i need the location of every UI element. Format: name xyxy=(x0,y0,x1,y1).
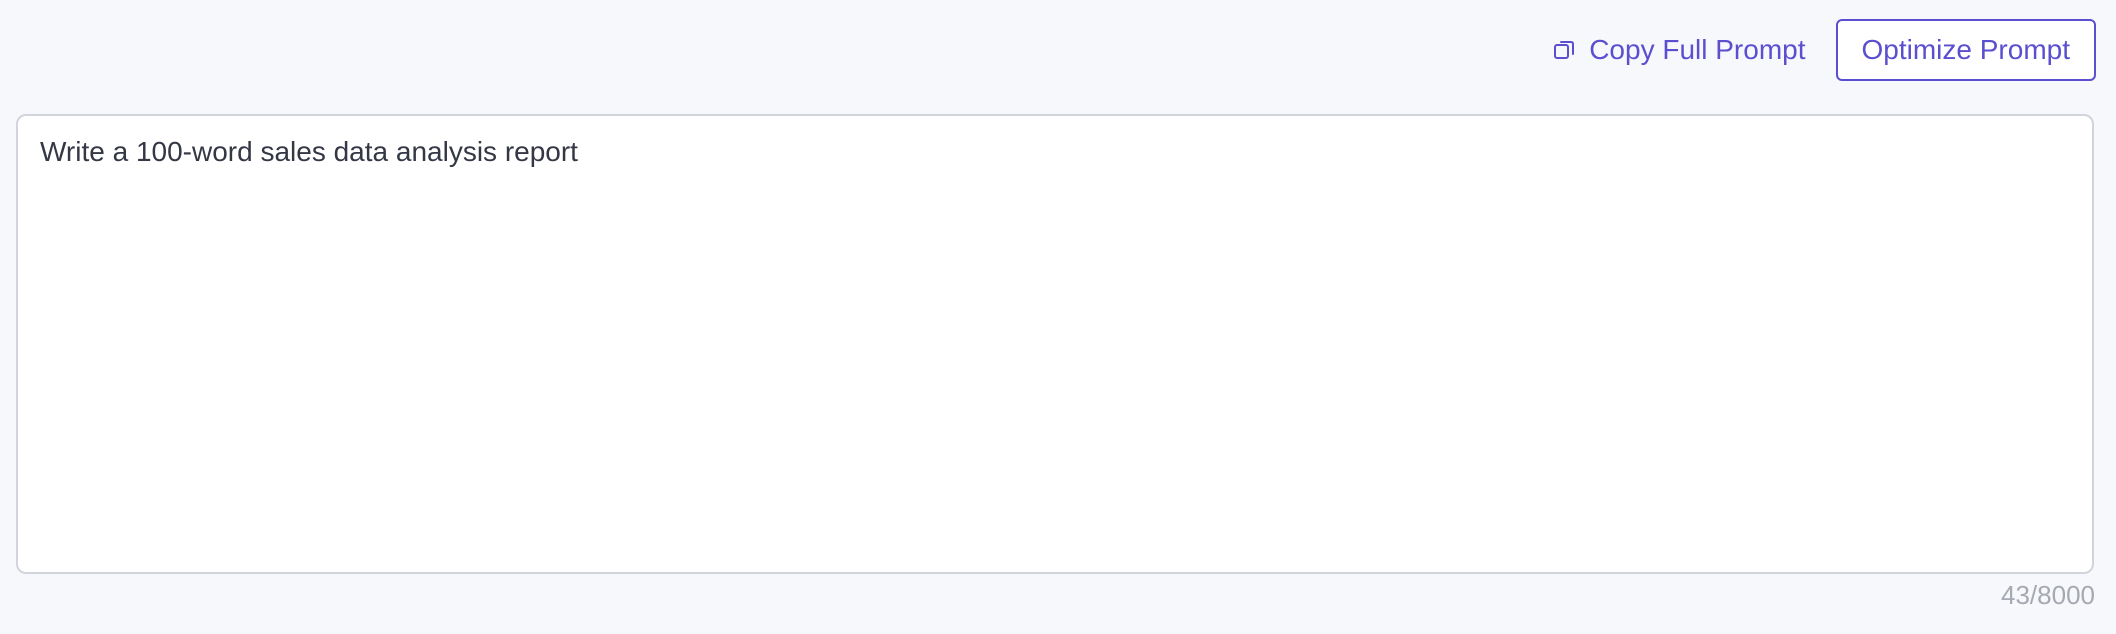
copy-icon xyxy=(1551,36,1579,64)
prompt-text[interactable]: Write a 100-word sales data analysis rep… xyxy=(40,134,2070,170)
copy-full-prompt-button[interactable]: Copy Full Prompt xyxy=(1551,34,1806,66)
prompt-editor[interactable]: Write a 100-word sales data analysis rep… xyxy=(16,114,2094,574)
optimize-prompt-button[interactable]: Optimize Prompt xyxy=(1835,19,2096,81)
prompt-toolbar: Copy Full Prompt Optimize Prompt xyxy=(1551,19,2096,81)
character-count: 43/8000 xyxy=(2001,580,2095,610)
copy-full-prompt-label: Copy Full Prompt xyxy=(1589,34,1806,65)
